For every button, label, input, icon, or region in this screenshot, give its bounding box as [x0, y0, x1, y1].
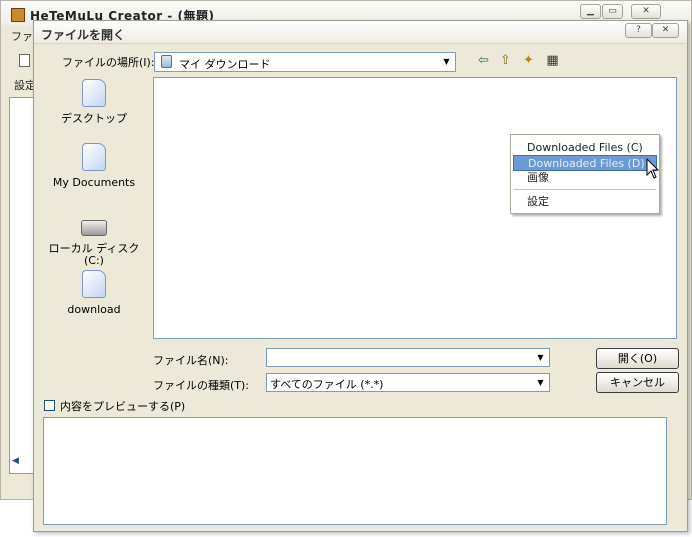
new-document-icon[interactable]: [19, 54, 30, 67]
menu-item-downloaded-files-d[interactable]: Downloaded Files (D): [513, 155, 657, 171]
menu-item-images[interactable]: 画像: [513, 170, 657, 186]
new-folder-icon[interactable]: ✦: [519, 52, 538, 70]
preview-checkbox[interactable]: [44, 400, 55, 411]
download-folder-icon: [82, 270, 106, 298]
filename-label: ファイル名(N):: [153, 354, 229, 367]
filetype-label: ファイルの種類(T):: [153, 379, 250, 392]
scroll-left-icon[interactable]: ◀: [12, 456, 19, 466]
downloads-folder-icon: [161, 55, 172, 68]
dialog-title-bar: ファイルを開く ? ✕: [34, 21, 687, 44]
help-button[interactable]: ?: [625, 23, 652, 38]
dialog-title: ファイルを開く: [41, 28, 126, 42]
look-in-label: ファイルの場所(I):: [62, 56, 155, 69]
desktop-folder-icon: [82, 79, 106, 107]
filetype-value: すべてのファイル (*.*): [270, 378, 384, 391]
filename-input[interactable]: ▼: [266, 348, 550, 367]
menu-separator: [514, 189, 656, 190]
place-my-documents[interactable]: My Documents: [44, 143, 144, 189]
documents-folder-icon: [82, 143, 106, 171]
chevron-down-icon[interactable]: ▼: [439, 54, 454, 70]
look-in-dropdown[interactable]: マイ ダウンロード ▼: [154, 52, 456, 72]
look-in-value: マイ ダウンロード: [179, 58, 271, 71]
place-desktop[interactable]: デスクトップ: [44, 79, 144, 125]
minimize-icon[interactable]: ▁: [580, 4, 601, 19]
place-desktop-label: デスクトップ: [61, 112, 127, 125]
preview-label[interactable]: 内容をプレビューする(P): [60, 398, 185, 414]
dialog-close-button[interactable]: ✕: [652, 23, 679, 38]
menu-item-downloaded-files-c[interactable]: Downloaded Files (C): [513, 140, 653, 156]
background-close-icon[interactable]: ✕: [631, 4, 661, 19]
place-local-disk[interactable]: ローカル ディスク (C:): [44, 219, 144, 267]
disk-drive-icon: [81, 220, 107, 236]
up-folder-icon[interactable]: ⇧: [496, 52, 515, 70]
preview-pane: [43, 417, 667, 525]
place-my-documents-label: My Documents: [52, 176, 136, 189]
view-menu-icon[interactable]: ▦: [543, 52, 562, 70]
cancel-button[interactable]: キャンセル: [596, 372, 679, 393]
open-file-dialog: ファイルを開く ? ✕ ファイルの場所(I): マイ ダウンロード ▼ ⇦ ⇧ …: [33, 20, 688, 532]
background-menu-item[interactable]: ファ: [11, 28, 33, 44]
back-icon[interactable]: ⇦: [474, 52, 493, 70]
context-menu: Downloaded Files (C) Downloaded Files (D…: [510, 134, 660, 214]
place-local-disk-drive: (C:): [84, 254, 104, 267]
filename-chevron-down-icon[interactable]: ▼: [533, 350, 548, 366]
place-download[interactable]: download: [44, 270, 144, 316]
mouse-cursor-icon: [646, 158, 660, 179]
maximize-icon[interactable]: ▭: [602, 4, 623, 19]
open-button[interactable]: 開く(O): [596, 348, 679, 369]
filetype-dropdown[interactable]: すべてのファイル (*.*) ▼: [266, 373, 550, 392]
menu-item-settings[interactable]: 設定: [513, 194, 657, 210]
app-logo-icon: [11, 8, 25, 22]
filetype-chevron-down-icon[interactable]: ▼: [533, 375, 548, 391]
place-download-label: download: [67, 303, 121, 316]
